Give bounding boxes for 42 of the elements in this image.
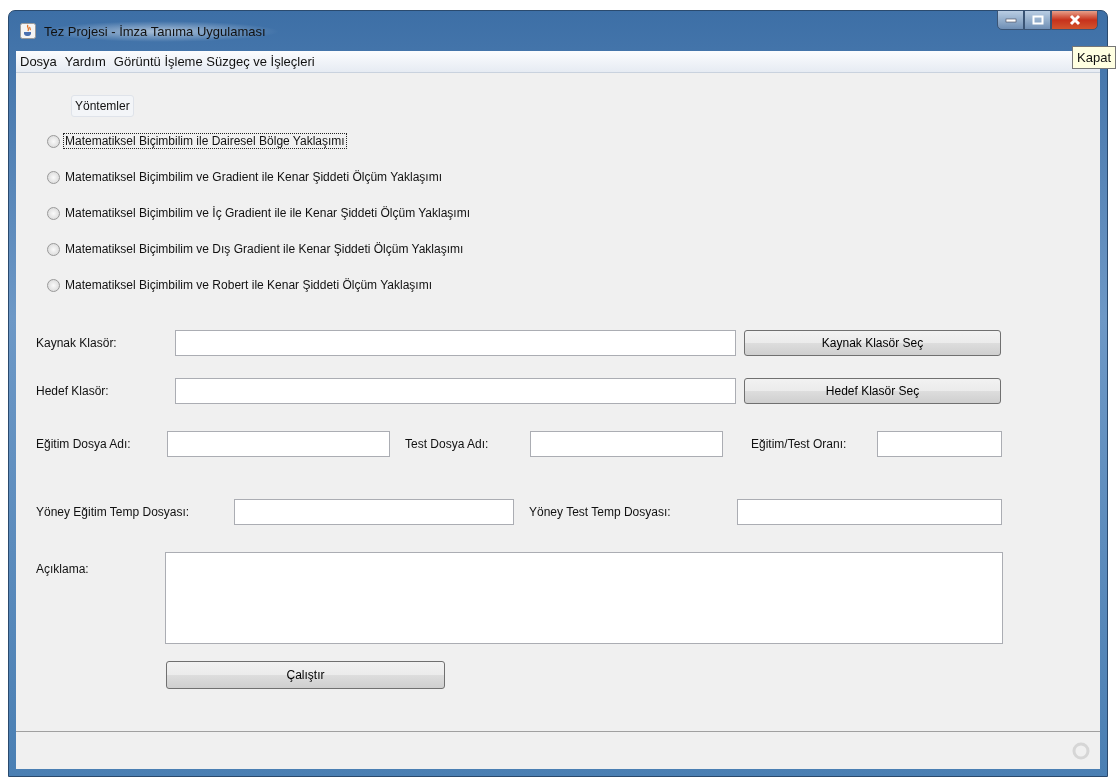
menu-item[interactable]: Görüntü İşleme Süzgeç ve İşleçleri (113, 54, 315, 69)
menu-item[interactable]: Yardım (64, 54, 106, 69)
minimize-icon (1004, 17, 1017, 23)
radio-label[interactable]: Matematiksel Biçimbilim ve Gradient ile Kenar Şiddeti Ölçüm Yaklaşımı (63, 169, 445, 185)
field-label: Eğitim/Test Oranı: (751, 437, 848, 451)
close-button[interactable] (1051, 10, 1098, 30)
busy-indicator-icon (1072, 741, 1090, 760)
java-cup-icon (20, 23, 36, 39)
maximize-icon (1031, 15, 1044, 25)
input-field[interactable] (175, 378, 736, 404)
menu-item[interactable]: Dosya (20, 54, 57, 69)
description-field[interactable] (165, 552, 1003, 644)
radio-button[interactable] (47, 278, 60, 292)
input-field[interactable] (737, 499, 1002, 525)
input-field[interactable] (167, 431, 390, 457)
field-label: Yöney Eğitim Temp Dosyası: (36, 505, 191, 519)
radio-button[interactable] (47, 170, 60, 184)
field-label: Test Dosya Adı: (405, 437, 490, 451)
radio-label[interactable]: Matematiksel Biçimbilim ile Dairesel Bölge Yaklaşımı (63, 133, 347, 149)
run-button[interactable]: Çalıştır (166, 661, 445, 689)
radio-label[interactable]: Matematiksel Biçimbilim ve Dış Gradient ile Kenar Şiddeti Ölçüm Yaklaşımı (63, 241, 466, 257)
field-label: Kaynak Klasör: (36, 336, 118, 350)
input-field[interactable] (175, 330, 736, 356)
tooltip: Kapat (1072, 46, 1116, 69)
radio-button[interactable] (47, 206, 60, 220)
field-label: Açıklama: (36, 561, 90, 576)
choose-folder-button[interactable]: Hedef Klasör Seç (744, 378, 1001, 404)
minimize-button[interactable] (997, 10, 1024, 30)
choose-folder-button[interactable]: Kaynak Klasör Seç (744, 330, 1001, 356)
radio-button[interactable] (47, 242, 60, 256)
maximize-button[interactable] (1024, 10, 1051, 30)
field-label: Yöney Test Temp Dosyası: (529, 505, 672, 519)
field-label: Eğitim Dosya Adı: (36, 437, 132, 451)
radio-label[interactable]: Matematiksel Biçimbilim ve İç Gradient ile ile Kenar Şiddeti Ölçüm Yaklaşımı (63, 205, 473, 221)
close-icon (1067, 14, 1082, 26)
radio-button[interactable] (47, 134, 60, 148)
field-label: Hedef Klasör: (36, 384, 110, 398)
input-field[interactable] (877, 431, 1002, 457)
input-field[interactable] (530, 431, 723, 457)
group-title: Yöntemler (71, 95, 134, 117)
input-field[interactable] (234, 499, 514, 525)
radio-label[interactable]: Matematiksel Biçimbilim ve Robert ile Kenar Şiddeti Ölçüm Yaklaşımı (63, 277, 434, 293)
